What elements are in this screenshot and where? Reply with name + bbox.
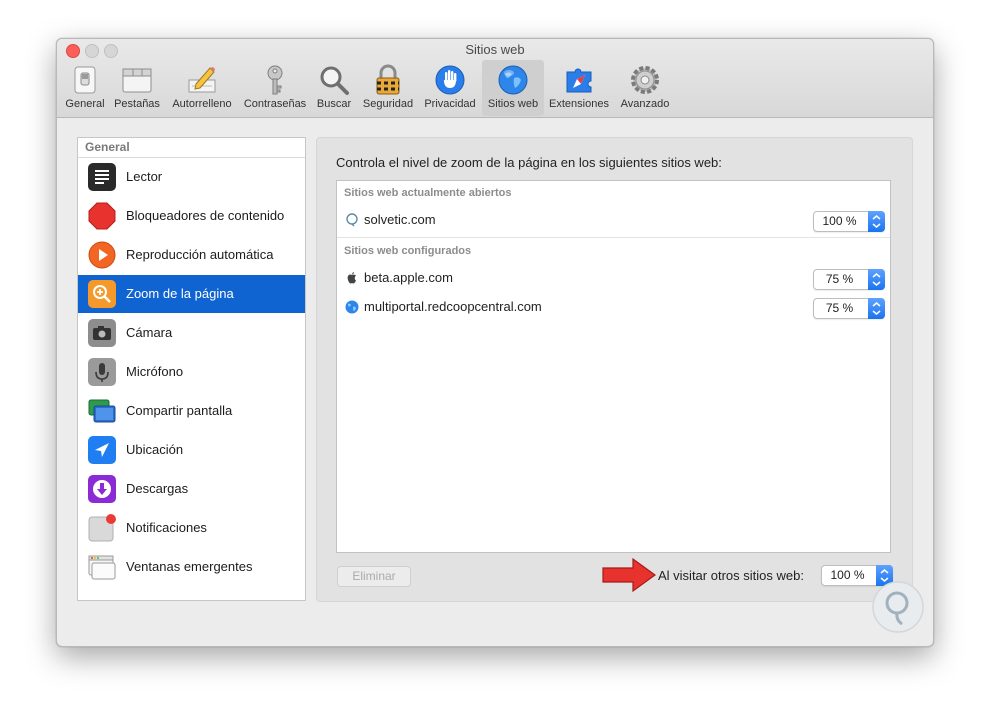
sidebar-header-label: General xyxy=(85,140,130,154)
sidebar: General Lector Bloqueadores de contenido… xyxy=(77,137,306,601)
sidebar-item-label: Lector xyxy=(126,169,163,184)
sidebar-item-label: Compartir pantalla xyxy=(126,403,233,418)
tab-label: Pestañas xyxy=(114,98,160,110)
list-divider xyxy=(337,237,890,238)
zoom-select-multiportal[interactable]: 75 % xyxy=(813,298,885,319)
tab-extensiones[interactable]: Extensiones xyxy=(546,60,612,116)
tab-label: Seguridad xyxy=(362,98,414,110)
gear-icon xyxy=(631,66,659,94)
sidebar-item-descargas[interactable]: Descargas xyxy=(78,470,305,508)
solvetic-watermark-logo xyxy=(872,581,924,633)
sidebar-item-compartir[interactable]: Compartir pantalla xyxy=(78,392,305,430)
tab-privacidad[interactable]: Privacidad xyxy=(421,60,479,116)
sidebar-item-label: Descargas xyxy=(126,481,189,496)
site-name: solvetic.com xyxy=(364,212,436,227)
tab-label: Buscar xyxy=(316,98,352,110)
tab-label: Contraseñas xyxy=(243,98,307,110)
sidebar-item-label: Ubicación xyxy=(126,442,184,457)
tab-label: Avanzado xyxy=(620,98,670,110)
website-list[interactable]: Sitios web actualmente abiertos solvetic… xyxy=(336,180,891,553)
globe-favicon-icon xyxy=(345,300,359,314)
tab-label: Privacidad xyxy=(424,98,476,110)
sidebar-item-label: Cámara xyxy=(126,325,173,340)
solvetic-favicon-icon xyxy=(346,213,358,227)
safari-preferences-window: Sitios web General Pestañas Autorrelleno… xyxy=(56,38,934,647)
title-bar: Sitios web General Pestañas Autorrelleno… xyxy=(57,39,933,118)
hand-icon xyxy=(435,65,465,95)
tab-label: Autorrelleno xyxy=(172,98,232,110)
notifications-icon xyxy=(88,514,116,542)
tab-avanzado[interactable]: Avanzado xyxy=(615,60,675,116)
site-name: multiportal.redcoopcentral.com xyxy=(364,299,542,314)
site-name: beta.apple.com xyxy=(364,270,453,285)
tab-label: General xyxy=(65,98,105,110)
padlock-icon xyxy=(376,64,400,95)
sidebar-item-label: Zoom de la página xyxy=(126,286,234,301)
tab-general[interactable]: General xyxy=(63,60,107,116)
window-title: Sitios web xyxy=(465,42,525,57)
site-row-multiportal[interactable]: multiportal.redcoopcentral.com 75 % xyxy=(337,293,890,321)
zoom-select-solvetic[interactable]: 100 % xyxy=(813,211,885,232)
popup-windows-icon xyxy=(88,555,116,580)
zoom-select-beta-apple[interactable]: 75 % xyxy=(813,269,885,290)
zoom-value: 100 % xyxy=(830,568,865,582)
tab-label: Extensiones xyxy=(549,98,609,110)
tab-autorrelleno[interactable]: Autorrelleno xyxy=(167,60,237,116)
sidebar-header: General xyxy=(78,138,305,158)
sidebar-item-label: Micrófono xyxy=(126,364,184,379)
tab-sitios-web[interactable]: Sitios web xyxy=(482,60,544,116)
stop-icon xyxy=(88,202,116,230)
section-configured-sites: Sitios web configurados xyxy=(344,245,472,257)
sidebar-item-reproduccion[interactable]: Reproducción automática xyxy=(78,236,305,274)
remove-button[interactable]: Eliminar xyxy=(337,566,411,587)
tab-label: Sitios web xyxy=(487,98,539,110)
sidebar-item-zoom[interactable]: Zoom de la página xyxy=(78,275,305,313)
sidebar-item-camara[interactable]: Cámara xyxy=(78,314,305,352)
location-icon xyxy=(88,436,116,464)
globe-icon xyxy=(498,65,528,95)
zoom-value: 100 % xyxy=(822,214,857,228)
sidebar-item-bloqueadores[interactable]: Bloqueadores de contenido xyxy=(78,197,305,235)
sidebar-item-microfono[interactable]: Micrófono xyxy=(78,353,305,391)
sidebar-item-lector[interactable]: Lector xyxy=(78,158,305,196)
screen-share-icon xyxy=(88,399,116,423)
chevron-up-down-icon xyxy=(868,211,885,232)
chevron-up-down-icon xyxy=(868,269,885,290)
tabs-icon xyxy=(122,68,152,93)
other-sites-label: Al visitar otros sitios web: xyxy=(658,568,804,583)
magnifying-glass-icon xyxy=(320,66,349,95)
sidebar-item-notificaciones[interactable]: Notificaciones xyxy=(78,509,305,547)
sidebar-item-label: Reproducción automática xyxy=(126,247,274,262)
pencil-form-icon xyxy=(188,67,216,93)
general-switch-icon xyxy=(74,66,96,94)
panel-description: Controla el nivel de zoom de la página e… xyxy=(336,155,722,170)
camera-icon xyxy=(88,319,116,347)
section-open-sites: Sitios web actualmente abiertos xyxy=(344,187,512,199)
zoom-icon xyxy=(88,280,116,308)
site-row-beta-apple[interactable]: beta.apple.com 75 % xyxy=(337,264,890,292)
zoom-value: 75 % xyxy=(825,301,854,315)
download-icon xyxy=(88,475,116,503)
sidebar-item-ventanas-emergentes[interactable]: Ventanas emergentes xyxy=(78,548,305,586)
sidebar-item-label: Ventanas emergentes xyxy=(126,559,253,574)
tab-pestanas[interactable]: Pestañas xyxy=(111,60,163,116)
site-row-solvetic[interactable]: solvetic.com 100 % xyxy=(337,206,890,234)
annotation-arrow-icon xyxy=(602,557,657,593)
microphone-icon xyxy=(88,358,116,386)
play-icon xyxy=(88,241,116,269)
zoom-settings-panel: Controla el nivel de zoom de la página e… xyxy=(316,137,913,602)
tab-seguridad[interactable]: Seguridad xyxy=(358,60,418,116)
key-icon xyxy=(267,65,283,95)
lector-icon xyxy=(88,163,116,191)
chevron-up-down-icon xyxy=(868,298,885,319)
sidebar-item-label: Notificaciones xyxy=(126,520,207,535)
apple-logo-icon xyxy=(347,272,356,284)
tab-contrasenas[interactable]: Contraseñas xyxy=(240,60,310,116)
sidebar-item-label: Bloqueadores de contenido xyxy=(126,208,285,223)
puzzle-compass-icon xyxy=(566,68,592,93)
sidebar-item-ubicacion[interactable]: Ubicación xyxy=(78,431,305,469)
zoom-value: 75 % xyxy=(825,272,854,286)
tab-buscar[interactable]: Buscar xyxy=(313,60,355,116)
